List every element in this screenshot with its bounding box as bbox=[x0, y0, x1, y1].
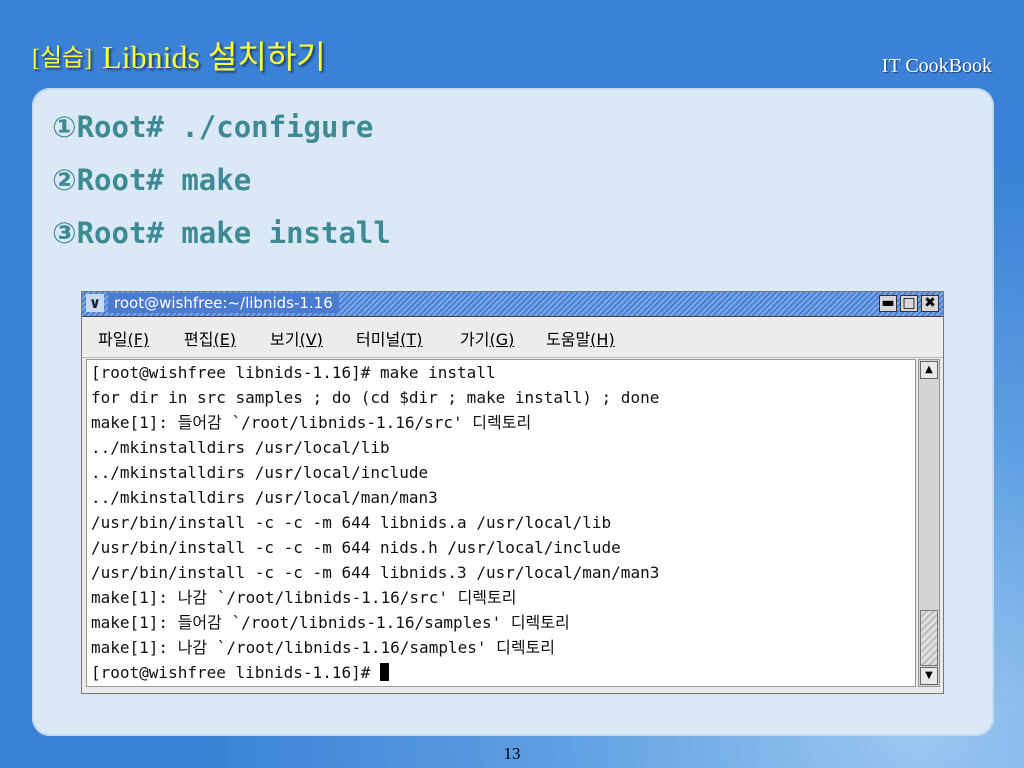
menu-file-label: 파일 bbox=[98, 330, 128, 349]
slide-title: [실습] Libnids 설치하기 bbox=[32, 32, 326, 78]
step-command: Root# make bbox=[76, 163, 252, 197]
terminal-window: ∨ root@wishfree:~/libnids-1.16 ▬ □ ✖ 파일(… bbox=[81, 291, 944, 694]
step-number: ② bbox=[52, 163, 77, 197]
menu-edit-label: 편집 bbox=[184, 330, 214, 349]
terminal-prompt: [root@wishfree libnids-1.16]# bbox=[91, 663, 380, 682]
terminal-line: ../mkinstalldirs /usr/local/lib bbox=[91, 438, 390, 457]
terminal-line: ../mkinstalldirs /usr/local/man/man3 bbox=[91, 488, 438, 507]
terminal-menubar: 파일(F) 편집(E) 보기(V) 터미널(T) 가기(G) 도움말(H) bbox=[82, 317, 943, 358]
title-main: Libnids 설치하기 bbox=[102, 39, 326, 75]
menu-help-label: 도움말 bbox=[546, 330, 591, 349]
terminal-line: make[1]: 들어감 `/root/libnids-1.16/samples… bbox=[91, 613, 570, 632]
scroll-up-arrow-icon[interactable]: ▲ bbox=[920, 361, 938, 379]
terminal-line: for dir in src samples ; do (cd $dir ; m… bbox=[91, 388, 660, 407]
terminal-line: make[1]: 나감 `/root/libnids-1.16/src' 디렉토… bbox=[91, 588, 517, 607]
menu-help[interactable]: 도움말(H) bbox=[546, 326, 615, 350]
menu-view[interactable]: 보기(V) bbox=[270, 326, 323, 350]
menu-terminal-label: 터미널 bbox=[356, 330, 401, 349]
page-number: 13 bbox=[503, 744, 521, 763]
window-title: root@wishfree:~/libnids-1.16 bbox=[108, 293, 339, 313]
terminal-line: make[1]: 들어감 `/root/libnids-1.16/src' 디렉… bbox=[91, 413, 532, 432]
menu-go-label: 가기 bbox=[460, 330, 490, 349]
terminal-line: [root@wishfree libnids-1.16]# make insta… bbox=[91, 363, 496, 382]
step-2: ②Root# make bbox=[52, 163, 251, 197]
menu-edit-key: (E) bbox=[213, 330, 237, 349]
title-tag: [실습] bbox=[32, 45, 93, 72]
maximize-button[interactable]: □ bbox=[900, 295, 918, 312]
brand-label: IT CookBook bbox=[881, 55, 992, 77]
menu-file[interactable]: 파일(F) bbox=[98, 326, 149, 350]
step-command: Root# ./configure bbox=[76, 110, 374, 144]
step-command: Root# make install bbox=[76, 216, 391, 250]
terminal-cursor bbox=[379, 663, 389, 681]
menu-terminal-key: (T) bbox=[400, 330, 423, 349]
step-number: ① bbox=[52, 110, 77, 144]
menu-help-key: (H) bbox=[590, 330, 615, 349]
menu-terminal[interactable]: 터미널(T) bbox=[356, 326, 422, 350]
terminal-line: make[1]: 나감 `/root/libnids-1.16/samples'… bbox=[91, 638, 555, 657]
menu-edit[interactable]: 편집(E) bbox=[184, 326, 236, 350]
terminal-line: /usr/bin/install -c -c -m 644 libnids.3 … bbox=[91, 563, 660, 582]
close-button[interactable]: ✖ bbox=[921, 295, 939, 312]
terminal-output[interactable]: [root@wishfree libnids-1.16]# make insta… bbox=[86, 359, 916, 687]
terminal-line: /usr/bin/install -c -c -m 644 libnids.a … bbox=[91, 513, 612, 532]
terminal-line: ../mkinstalldirs /usr/local/include bbox=[91, 463, 429, 482]
menu-go[interactable]: 가기(G) bbox=[460, 326, 514, 350]
step-1: ①Root# ./configure bbox=[52, 110, 373, 144]
minimize-button[interactable]: ▬ bbox=[879, 295, 897, 312]
chevron-down-icon[interactable]: ∨ bbox=[86, 294, 104, 312]
terminal-titlebar[interactable]: ∨ root@wishfree:~/libnids-1.16 ▬ □ ✖ bbox=[82, 292, 943, 317]
menu-file-key: (F) bbox=[127, 330, 150, 349]
step-number: ③ bbox=[52, 216, 77, 250]
menu-view-label: 보기 bbox=[270, 330, 300, 349]
terminal-line: /usr/bin/install -c -c -m 644 nids.h /us… bbox=[91, 538, 621, 557]
scroll-down-arrow-icon[interactable]: ▼ bbox=[920, 667, 938, 685]
terminal-prompt-line: [root@wishfree libnids-1.16]# bbox=[91, 663, 389, 683]
scroll-thumb[interactable] bbox=[920, 610, 938, 666]
menu-go-key: (G) bbox=[489, 330, 515, 349]
vertical-scrollbar[interactable]: ▲ ▼ bbox=[918, 359, 940, 687]
menu-view-key: (V) bbox=[299, 330, 323, 349]
step-3: ③Root# make install bbox=[52, 216, 391, 250]
